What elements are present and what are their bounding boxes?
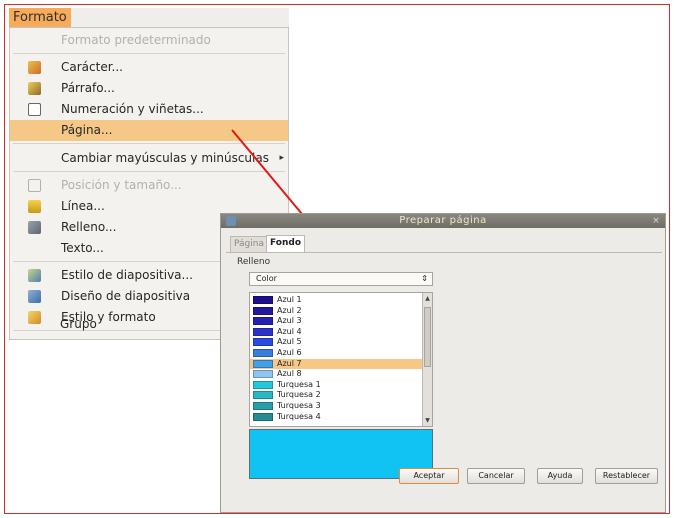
color-swatch bbox=[253, 359, 273, 368]
color-name: Turquesa 2 bbox=[277, 390, 321, 400]
color-name: Azul 3 bbox=[277, 316, 302, 326]
color-name: Azul 6 bbox=[277, 348, 302, 357]
dialog-title: Preparar página bbox=[399, 215, 487, 226]
color-swatch bbox=[253, 296, 273, 304]
arrow-line bbox=[231, 129, 313, 227]
color-list-item[interactable]: Azul 8 bbox=[250, 369, 422, 379]
color-swatch bbox=[253, 317, 273, 326]
accept-button[interactable]: Aceptar bbox=[399, 468, 459, 484]
color-swatch bbox=[253, 402, 273, 410]
color-name: Azul 2 bbox=[277, 305, 302, 315]
color-swatch bbox=[253, 370, 273, 379]
tab-pagina[interactable]: Página bbox=[230, 236, 268, 252]
page-setup-dialog: Preparar página × Página Fondo Relleno C… bbox=[220, 213, 666, 513]
color-list-item[interactable]: Turquesa 4 bbox=[250, 412, 422, 422]
color-swatch bbox=[253, 306, 273, 315]
fill-type-select[interactable]: Color ⇕ bbox=[249, 272, 433, 286]
help-button[interactable]: Ayuda bbox=[537, 468, 583, 484]
color-name: Turquesa 3 bbox=[277, 401, 321, 410]
color-name: Turquesa 1 bbox=[277, 379, 321, 389]
color-list-item[interactable]: Azul 5 bbox=[250, 337, 422, 347]
color-swatch bbox=[253, 391, 273, 400]
color-list-item[interactable]: Azul 4 bbox=[250, 327, 422, 337]
close-icon[interactable]: × bbox=[651, 216, 661, 226]
scroll-thumb[interactable] bbox=[424, 307, 431, 367]
color-name: Turquesa 4 bbox=[277, 411, 321, 421]
color-swatch bbox=[253, 327, 273, 336]
cancel-button[interactable]: Cancelar bbox=[467, 468, 525, 484]
color-name: Azul 5 bbox=[277, 337, 302, 347]
color-list-item[interactable]: Azul 1 bbox=[250, 295, 422, 305]
color-list-item[interactable]: Turquesa 1 bbox=[250, 380, 422, 390]
color-list[interactable]: Azul 1 Azul 2 Azul 3 Azul 4 Azul 5 Azul 6 Azul… bbox=[249, 292, 433, 427]
fill-select-value: Color bbox=[256, 274, 277, 283]
color-name: Azul 7 bbox=[277, 358, 302, 368]
color-list-scrollbar[interactable]: ▲ ▼ bbox=[422, 293, 432, 426]
color-list-item[interactable]: Turquesa 2 bbox=[250, 390, 422, 400]
color-swatch bbox=[253, 349, 273, 357]
select-arrow-icon: ⇕ bbox=[421, 274, 428, 283]
color-name: Azul 4 bbox=[277, 326, 302, 336]
color-swatch bbox=[253, 412, 273, 421]
reset-button[interactable]: Restablecer bbox=[595, 468, 658, 484]
color-swatch bbox=[253, 338, 273, 347]
color-list-item[interactable]: Azul 2 bbox=[250, 306, 422, 316]
dialog-titlebar: Preparar página × bbox=[221, 214, 665, 228]
color-swatch bbox=[253, 380, 273, 389]
scroll-down-icon[interactable]: ▼ bbox=[423, 416, 432, 425]
tab-fondo[interactable]: Fondo bbox=[266, 235, 305, 252]
color-name: Azul 1 bbox=[277, 295, 302, 304]
color-list-item[interactable]: Azul 3 bbox=[250, 316, 422, 326]
color-list-item[interactable]: Turquesa 3 bbox=[250, 401, 422, 411]
color-name: Azul 8 bbox=[277, 369, 302, 379]
color-list-item[interactable]: Azul 6 bbox=[250, 348, 422, 358]
scroll-up-icon[interactable]: ▲ bbox=[423, 294, 432, 303]
fill-section-label: Relleno bbox=[237, 257, 271, 267]
color-list-item[interactable]: Azul 7 bbox=[250, 358, 422, 369]
